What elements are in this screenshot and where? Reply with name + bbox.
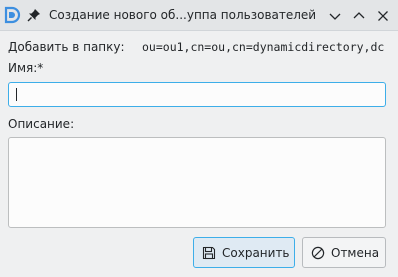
text-caret [16,88,17,101]
title-bar[interactable]: Создание нового об...уппа пользователей [0,0,398,31]
add-to-folder-label: Добавить в папку: [8,40,125,54]
save-button[interactable]: Сохранить [193,237,295,268]
add-to-folder-value: ou=ou1,cn=ou,cn=dynamicdirectory,dc [142,40,385,54]
cancel-button[interactable]: Отмена [302,237,386,268]
name-input[interactable] [8,82,386,107]
save-button-label: Сохранить [222,245,290,260]
pin-icon[interactable] [27,8,41,22]
description-label: Описание: [8,117,75,131]
minimize-icon[interactable] [325,6,345,26]
close-icon[interactable] [373,6,393,26]
cancel-icon [311,246,325,259]
name-label: Имя:* [8,61,44,75]
app-logo-icon [4,6,21,24]
window-title: Создание нового об...уппа пользователей [49,8,317,22]
save-icon [202,246,216,259]
dialog-window: Создание нового об...уппа пользователей … [0,0,398,277]
cancel-button-label: Отмена [331,245,380,260]
maximize-icon[interactable] [349,6,369,26]
description-textarea[interactable] [8,137,386,228]
